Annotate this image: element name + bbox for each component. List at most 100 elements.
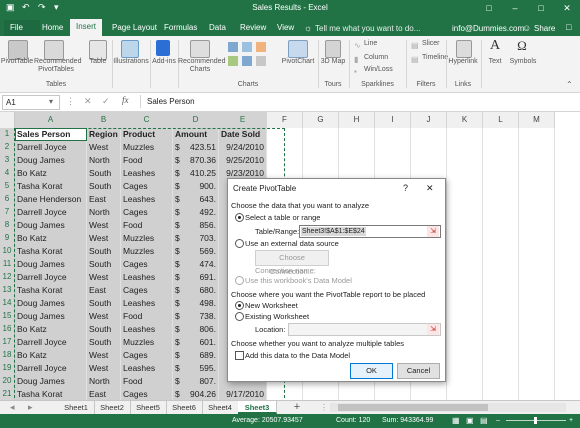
addins-icon[interactable] [156, 40, 170, 56]
row-header[interactable]: 5 [0, 180, 15, 193]
comments-icon[interactable]: □ [566, 22, 571, 32]
cell-b12[interactable]: West [87, 271, 121, 285]
addins-button[interactable]: Add-ins [150, 58, 178, 66]
row-header[interactable]: 2 [0, 141, 15, 154]
row-header[interactable]: 13 [0, 284, 15, 297]
illustrations-icon[interactable] [121, 40, 139, 58]
chart-types-gallery[interactable] [226, 40, 278, 74]
cell-c16[interactable]: Leashes [121, 323, 173, 337]
cell-m6[interactable] [519, 193, 555, 207]
row-header[interactable]: 15 [0, 310, 15, 323]
cell-a17[interactable]: Darrell Joyce [15, 336, 87, 350]
cell-k10[interactable] [447, 245, 483, 259]
cell-b1[interactable]: Region [87, 128, 121, 142]
column-header-f[interactable]: F [267, 112, 303, 129]
cell-c8[interactable]: Food [121, 219, 173, 233]
cell-i21[interactable] [375, 388, 411, 400]
cell-c18[interactable]: Cages [121, 349, 173, 363]
pivottable-icon[interactable] [8, 40, 28, 60]
cell-e3[interactable]: 9/25/2010 [219, 154, 267, 168]
cell-c21[interactable]: Cages [121, 388, 173, 400]
cell-l19[interactable] [483, 362, 519, 376]
column-header-k[interactable]: K [447, 112, 483, 129]
cell-m8[interactable] [519, 219, 555, 233]
cell-m17[interactable] [519, 336, 555, 350]
cell-d1[interactable]: Amount [173, 128, 219, 142]
file-tab[interactable]: File [4, 20, 40, 36]
cell-m4[interactable] [519, 167, 555, 181]
cell-k11[interactable] [447, 258, 483, 272]
cell-b18[interactable]: West [87, 349, 121, 363]
cell-d2[interactable]: $423.51 [173, 141, 219, 155]
cell-m3[interactable] [519, 154, 555, 168]
dialog-close-button[interactable]: ✕ [426, 183, 434, 194]
cell-e21[interactable]: 9/17/2010 [219, 388, 267, 400]
cell-a18[interactable]: Bo Katz [15, 349, 87, 363]
cell-l18[interactable] [483, 349, 519, 363]
cell-k17[interactable] [447, 336, 483, 350]
text-icon[interactable]: A [488, 38, 502, 56]
cell-c4[interactable]: Leashes [121, 167, 173, 181]
cell-c10[interactable]: Muzzles [121, 245, 173, 259]
share-button[interactable]: Share [534, 24, 555, 33]
cell-c20[interactable]: Food [121, 375, 173, 389]
row-header[interactable]: 16 [0, 323, 15, 336]
cell-a9[interactable]: Bo Katz [15, 232, 87, 246]
cell-m7[interactable] [519, 206, 555, 220]
row-header[interactable]: 11 [0, 258, 15, 271]
cell-a7[interactable]: Darrell Joyce [15, 206, 87, 220]
column-sparkline-button[interactable]: Column [364, 54, 388, 62]
cell-b17[interactable]: South [87, 336, 121, 350]
collapse-ribbon-icon[interactable]: ⌃ [566, 80, 573, 89]
range-picker-icon[interactable]: ⇲ [427, 226, 439, 237]
cell-a19[interactable]: Darrell Joyce [15, 362, 87, 376]
cell-k9[interactable] [447, 232, 483, 246]
select-all-corner[interactable] [0, 112, 15, 129]
row-header[interactable]: 12 [0, 271, 15, 284]
cell-l8[interactable] [483, 219, 519, 233]
tab-insert[interactable]: Insert [70, 19, 103, 36]
cell-a6[interactable]: Dane Henderson [15, 193, 87, 207]
cell-m9[interactable] [519, 232, 555, 246]
cell-b21[interactable]: East [87, 388, 121, 400]
symbols-button[interactable]: Symbols [508, 58, 538, 66]
cell-m10[interactable] [519, 245, 555, 259]
cell-c17[interactable]: Muzzles [121, 336, 173, 350]
cell-h3[interactable] [339, 154, 375, 168]
illustrations-button[interactable]: Illustrations [112, 58, 150, 66]
cell-m20[interactable] [519, 375, 555, 389]
cell-b16[interactable]: South [87, 323, 121, 337]
3d-map-icon[interactable] [325, 40, 341, 58]
cell-a3[interactable]: Doug James [15, 154, 87, 168]
cell-k19[interactable] [447, 362, 483, 376]
cell-c1[interactable]: Product [121, 128, 173, 142]
cell-b2[interactable]: West [87, 141, 121, 155]
cell-h2[interactable] [339, 141, 375, 155]
cell-d20[interactable]: $807. [173, 375, 219, 389]
tell-me-box[interactable]: Tell me what you want to do... [315, 24, 420, 33]
cell-l3[interactable] [483, 154, 519, 168]
ok-button[interactable]: OK [350, 363, 393, 379]
cell-c11[interactable]: Cages [121, 258, 173, 272]
row-header[interactable]: 8 [0, 219, 15, 232]
scroll-tabs-right-icon[interactable]: ▸ [28, 402, 33, 413]
cell-k5[interactable] [447, 180, 483, 194]
close-window-button[interactable]: ✕ [554, 0, 580, 16]
cell-k14[interactable] [447, 297, 483, 311]
cell-d14[interactable]: $498. [173, 297, 219, 311]
cell-c5[interactable]: Cages [121, 180, 173, 194]
cell-m5[interactable] [519, 180, 555, 194]
tab-data[interactable]: Data [203, 20, 232, 36]
cell-k2[interactable] [447, 141, 483, 155]
cell-d9[interactable]: $703. [173, 232, 219, 246]
cell-m13[interactable] [519, 284, 555, 298]
cell-c6[interactable]: Leashes [121, 193, 173, 207]
cell-i1[interactable] [375, 128, 411, 142]
cell-k7[interactable] [447, 206, 483, 220]
cell-b5[interactable]: South [87, 180, 121, 194]
cell-a12[interactable]: Darrell Joyce [15, 271, 87, 285]
zoom-slider-thumb[interactable] [534, 417, 537, 424]
cell-a5[interactable]: Tasha Korat [15, 180, 87, 194]
cell-j21[interactable] [411, 388, 447, 400]
cell-a8[interactable]: Doug James [15, 219, 87, 233]
